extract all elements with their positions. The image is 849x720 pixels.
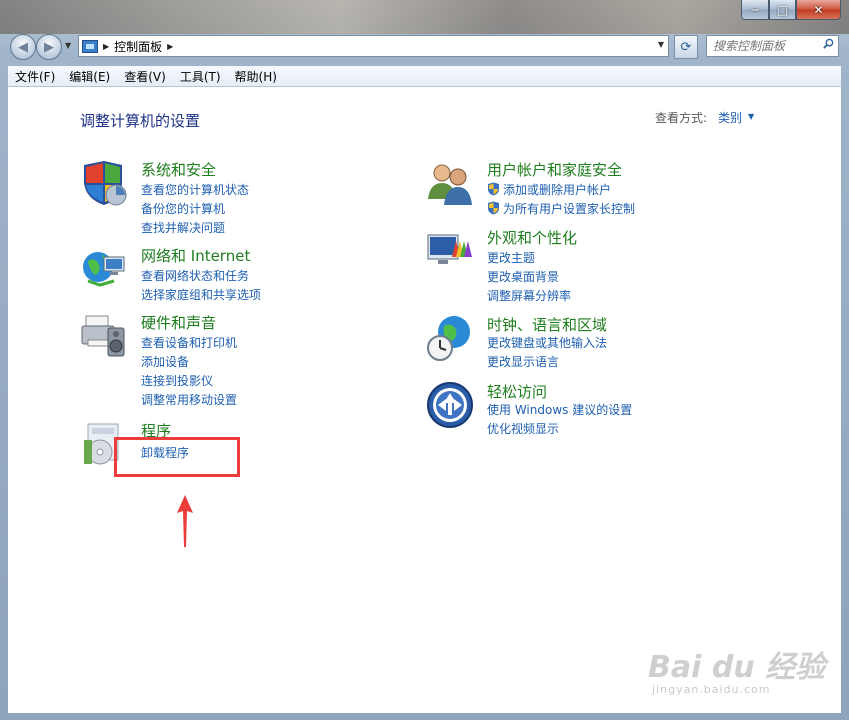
category-title-appearance[interactable]: 外观和个性化 [487, 227, 577, 248]
link-optimize-video-display[interactable]: 优化视频显示 [487, 420, 559, 437]
link-devices-printers[interactable]: 查看设备和打印机 [141, 334, 237, 351]
maximize-button[interactable]: □ [769, 0, 796, 20]
forward-button[interactable]: ▶ [36, 34, 62, 60]
link-desktop-background[interactable]: 更改桌面背景 [487, 268, 559, 285]
menu-file[interactable]: 文件(F) [8, 68, 62, 85]
link-backup-computer[interactable]: 备份您的计算机 [141, 200, 225, 217]
address-dropdown-icon[interactable]: ▼ [658, 40, 664, 49]
link-screen-resolution[interactable]: 调整屏幕分辨率 [487, 287, 571, 304]
caption-buttons: ─ □ ✕ [741, 0, 841, 20]
watermark-logo: Bai du 经验 [648, 650, 826, 685]
printer-speaker-icon [81, 315, 125, 357]
link-homegroup-sharing[interactable]: 选择家庭组和共享选项 [141, 286, 261, 303]
link-troubleshoot[interactable]: 查找并解决问题 [141, 219, 225, 236]
security-shield-icon [84, 161, 127, 206]
view-by-label: 查看方式: [655, 111, 708, 125]
link-change-theme[interactable]: 更改主题 [487, 249, 535, 266]
desktop-background-strip [0, 0, 849, 34]
breadcrumb-control-panel[interactable]: 控制面板 [114, 38, 162, 55]
category-title-hardware[interactable]: 硬件和声音 [141, 312, 216, 333]
close-button[interactable]: ✕ [796, 0, 841, 20]
highlight-annotation-box [114, 437, 240, 477]
menu-help[interactable]: 帮助(H) [228, 68, 284, 85]
refresh-button[interactable]: ⟳ [674, 35, 698, 59]
link-change-display-language[interactable]: 更改显示语言 [487, 353, 559, 370]
view-by-dropdown[interactable]: 类别 [718, 109, 742, 126]
uac-shield-icon [488, 182, 499, 196]
watermark-url: jingyan.baidu.com [652, 683, 771, 696]
link-change-input-method[interactable]: 更改键盘或其他输入法 [487, 334, 607, 351]
link-mobility-settings[interactable]: 调整常用移动设置 [141, 391, 237, 408]
ease-of-access-icon [427, 382, 473, 428]
content-area: 调整计算机的设置 查看方式: 类别 ▼ 系统和安全 查看您的计算机状态 备份您的… [8, 87, 841, 714]
category-title-network[interactable]: 网络和 Internet [141, 245, 250, 266]
page-title: 调整计算机的设置 [80, 112, 201, 130]
link-add-remove-users[interactable]: 添加或删除用户帐户 [487, 181, 611, 198]
users-icon [428, 164, 472, 205]
recent-pages-chevron-icon[interactable]: ▼ [65, 41, 71, 50]
category-title-ease[interactable]: 轻松访问 [487, 381, 547, 402]
link-add-remove-users-text[interactable]: 添加或删除用户帐户 [503, 183, 611, 197]
clock-globe-icon [427, 316, 470, 361]
refresh-icon: ⟳ [680, 39, 692, 55]
link-add-device[interactable]: 添加设备 [141, 353, 189, 370]
minimize-button[interactable]: ─ [741, 0, 769, 20]
breadcrumb-separator-icon[interactable]: ▶ [167, 42, 173, 51]
menu-view[interactable]: 查看(V) [117, 68, 173, 85]
network-globe-icon [83, 252, 125, 287]
navigation-bar: ◀ ▶ ▼ ▶ 控制面板 ▶ ▼ ⟳ [8, 32, 841, 60]
link-windows-recommended-settings[interactable]: 使用 Windows 建议的设置 [487, 401, 632, 418]
category-title-system[interactable]: 系统和安全 [141, 159, 216, 180]
breadcrumb-separator-icon[interactable]: ▶ [103, 42, 109, 51]
link-parental-controls-text[interactable]: 为所有用户设置家长控制 [503, 202, 635, 216]
link-connect-projector[interactable]: 连接到投影仪 [141, 372, 213, 389]
category-title-users[interactable]: 用户帐户和家庭安全 [487, 159, 622, 180]
link-network-status[interactable]: 查看网络状态和任务 [141, 267, 249, 284]
control-panel-icon [82, 39, 98, 53]
search-input[interactable] [711, 38, 815, 54]
view-by-chevron-icon[interactable]: ▼ [748, 112, 754, 121]
link-view-computer-status[interactable]: 查看您的计算机状态 [141, 181, 249, 198]
uac-shield-icon [488, 201, 499, 215]
link-parental-controls[interactable]: 为所有用户设置家长控制 [487, 200, 635, 217]
search-box [706, 35, 839, 57]
search-icon[interactable] [823, 38, 834, 49]
red-arrow-icon [177, 495, 193, 547]
menu-edit[interactable]: 编辑(E) [62, 68, 117, 85]
menu-bar: 文件(F) 编辑(E) 查看(V) 工具(T) 帮助(H) [8, 66, 841, 87]
address-bar[interactable]: ▶ 控制面板 ▶ ▼ [78, 35, 669, 57]
back-button[interactable]: ◀ [10, 34, 36, 60]
category-title-clock[interactable]: 时钟、语言和区域 [487, 314, 607, 335]
forward-arrow-icon: ▶ [44, 39, 54, 55]
appearance-monitor-icon [427, 234, 472, 264]
back-arrow-icon: ◀ [18, 39, 28, 55]
menu-tools[interactable]: 工具(T) [173, 68, 228, 85]
